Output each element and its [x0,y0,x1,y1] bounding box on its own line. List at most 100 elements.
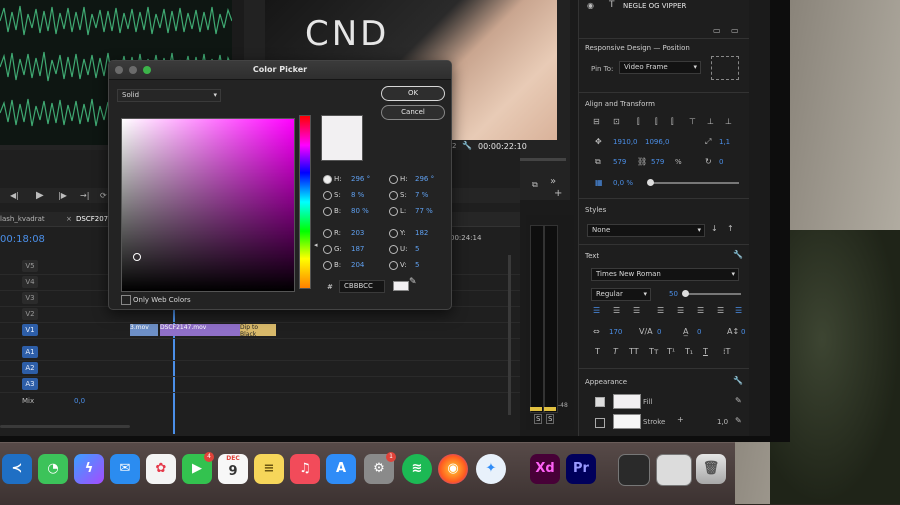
play-icon[interactable]: ▶ [36,190,44,201]
scale-height[interactable]: 579 [651,158,664,166]
justify-icon[interactable]: ☰ [677,306,684,315]
underline-icon[interactable]: T [703,347,708,356]
clip[interactable]: 3.mov [130,324,158,336]
timeline-scrollbar[interactable] [0,425,130,428]
safari-icon[interactable]: ✦ [476,454,506,484]
yuv-value[interactable]: 5 [415,245,419,253]
tracking-value[interactable]: 170 [609,328,622,336]
tab-lash-kvadrat[interactable]: lash_kvadrat [0,215,45,223]
hsb-value[interactable]: 8 % [351,191,364,199]
wrench-icon[interactable]: 🔧 [462,141,472,150]
cancel-button[interactable]: Cancel [381,105,445,120]
clip[interactable]: DSCF2147.mov [160,324,240,336]
add-stroke-icon[interactable]: + [677,415,684,424]
font-size-slider[interactable] [683,293,741,295]
hsl-value[interactable]: 7 % [415,191,428,199]
vscode-icon[interactable]: ≺ [2,454,32,484]
pin-anchor-widget[interactable] [711,56,739,80]
rgb-value[interactable]: 204 [351,261,364,269]
step-forward-icon[interactable]: |▶ [58,191,67,200]
align-icon[interactable]: ⊥ [707,117,714,126]
wrench-icon[interactable]: 🔧 [733,376,743,385]
radio-lightness[interactable] [389,207,398,216]
hsl-value[interactable]: 296 ° [415,175,434,183]
stroke-swatch[interactable] [613,414,641,429]
compare-icon[interactable]: ⧉ [532,180,538,190]
eyedropper-icon[interactable]: ✎ [409,277,417,287]
align-center-icon[interactable]: ☰ [613,306,620,315]
wrench-icon[interactable]: 🔧 [733,250,743,259]
track-label[interactable]: V4 [22,276,38,288]
align-icon[interactable]: ⫿ [637,117,640,127]
app-store-icon[interactable]: A [326,454,356,484]
pin-to-dropdown[interactable]: Video Frame ▾ [619,61,701,74]
hue-slider[interactable] [299,115,311,289]
justify-icon[interactable]: ☰ [717,306,724,315]
web-colors-checkbox[interactable] [121,295,131,305]
mail-icon[interactable]: ✉ [110,454,140,484]
step-back-icon[interactable]: ◀| [10,191,19,200]
faux-italic-icon[interactable]: T [613,347,618,356]
styles-dropdown[interactable]: None ▾ [587,224,705,237]
solo-button[interactable]: S [534,414,543,424]
messenger-icon[interactable]: ϟ [74,454,104,484]
firefox-icon[interactable]: ◉ [438,454,468,484]
font-size-value[interactable]: 50 [669,290,678,298]
yuv-value[interactable]: 5 [415,261,419,269]
transition-clip[interactable]: Dip to Black [240,324,276,338]
track-label[interactable]: V3 [22,292,38,304]
opacity-slider-handle[interactable] [647,179,654,186]
calendar-icon[interactable]: DEC 9 [218,454,248,484]
stroke-width-value[interactable]: 1,0 [717,418,728,426]
rgb-value[interactable]: 203 [351,229,364,237]
track-a2[interactable]: A2 [0,361,520,377]
all-caps-icon[interactable]: TT [629,347,639,356]
hex-input[interactable]: CBBBCC [339,280,385,293]
arrow-down-icon[interactable]: ↓ [711,224,718,233]
color-field-cursor[interactable] [133,253,141,261]
fill-checkbox[interactable] [595,397,605,407]
more-icon[interactable]: » [550,176,556,187]
preview-window-thumbnail[interactable] [656,454,692,486]
radio-v[interactable] [389,261,398,270]
rotate-value[interactable]: 0 [719,158,723,166]
new-layer-icon[interactable]: ▭ [713,26,721,35]
add-button-icon[interactable]: + [554,188,562,199]
radio-u[interactable] [389,245,398,254]
radio-hue[interactable] [323,175,332,184]
radio-green[interactable] [323,245,332,254]
close-tab-icon[interactable]: × [66,215,72,223]
link-icon[interactable]: ⛓ [637,157,647,166]
finder-window-thumbnail[interactable] [618,454,650,486]
eyedropper-icon[interactable]: ✎ [735,396,742,405]
track-label[interactable]: A3 [22,378,38,390]
opacity-value[interactable]: 0,0 % [613,179,633,187]
position-y[interactable]: 1096,0 [645,138,670,146]
premiere-pro-icon[interactable]: Pr [566,454,596,484]
small-caps-icon[interactable]: Tт [649,347,659,356]
arrow-up-icon[interactable]: ↑ [727,224,734,233]
subscript-icon[interactable]: T₁ [685,347,693,356]
track-v1[interactable]: V1 3.mov DSCF2147.mov Dip to Black [0,323,520,339]
fill-mode-dropdown[interactable]: Solid ▾ [117,89,221,102]
scale-width[interactable]: 579 [613,158,626,166]
ok-button[interactable]: OK [381,86,445,101]
music-icon[interactable]: ♫ [290,454,320,484]
text-direction-icon[interactable]: ⁞T [723,347,730,356]
kerning-value[interactable]: 0 [657,328,661,336]
hsb-value[interactable]: 296 ° [351,175,370,183]
baseline-value[interactable]: 0 [741,328,745,336]
notes-icon[interactable]: ≡ [254,454,284,484]
mix-value[interactable]: 0,0 [74,397,85,405]
stroke-checkbox[interactable] [595,418,605,428]
font-size-slider-handle[interactable] [682,290,689,297]
superscript-icon[interactable]: T¹ [667,347,675,356]
align-icon[interactable]: ⊤ [689,117,696,126]
messages-icon[interactable]: ◔ [38,454,68,484]
faux-bold-icon[interactable]: T [595,347,600,356]
goto-out-icon[interactable]: →| [80,191,89,200]
hsb-value[interactable]: 80 % [351,207,369,215]
radio-hsl-saturation[interactable] [389,191,398,200]
vertical-scrollbar[interactable] [508,255,511,415]
rotation-value[interactable]: 1,1 [719,138,730,146]
